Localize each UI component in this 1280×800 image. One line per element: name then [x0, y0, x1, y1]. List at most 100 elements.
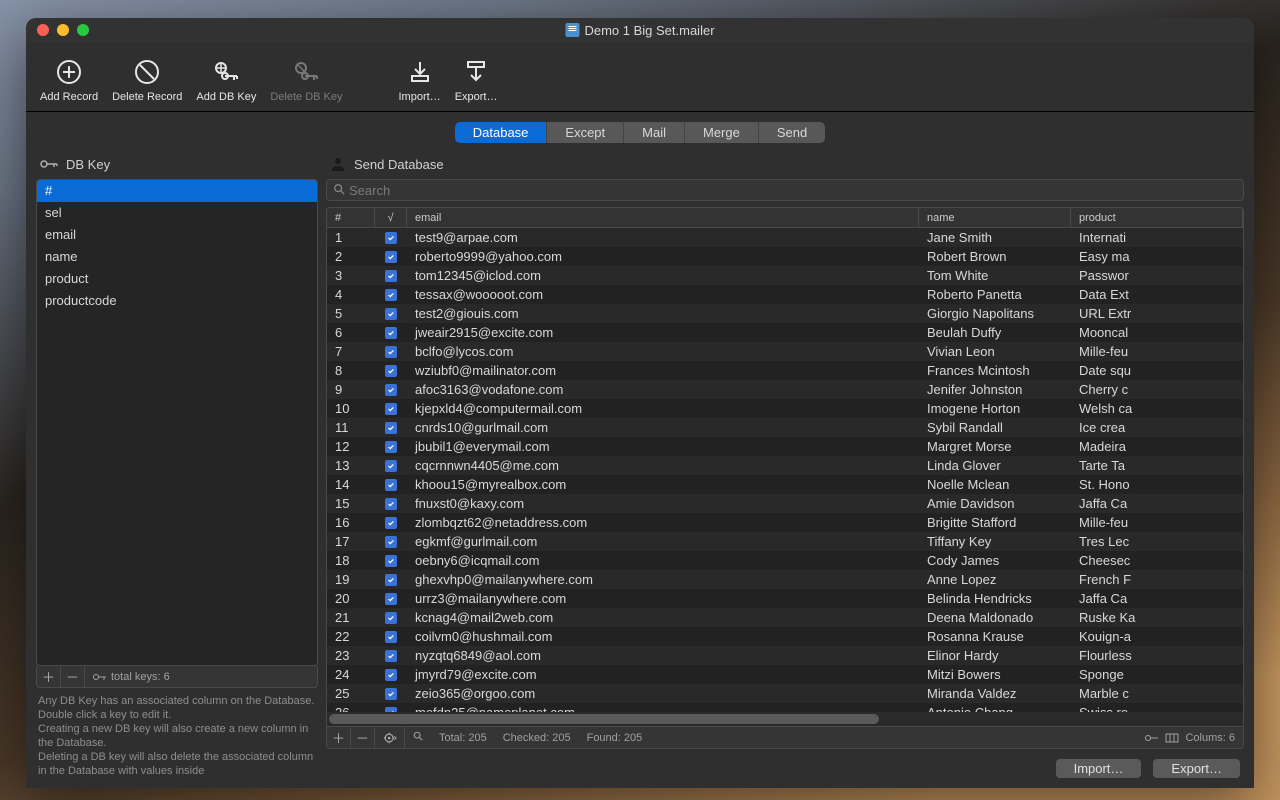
maximize-window-button[interactable]: [77, 24, 89, 36]
cell-check[interactable]: [375, 308, 407, 320]
checkbox-icon[interactable]: [385, 384, 397, 396]
checkbox-icon[interactable]: [385, 289, 397, 301]
db-key-item[interactable]: productcode: [37, 290, 317, 312]
col-header-check[interactable]: √: [375, 208, 407, 227]
checkbox-icon[interactable]: [385, 460, 397, 472]
db-key-item[interactable]: sel: [37, 202, 317, 224]
checkbox-icon[interactable]: [385, 631, 397, 643]
add-db-key-button[interactable]: Add DB Key: [190, 45, 262, 109]
cell-check[interactable]: [375, 688, 407, 700]
remove-key-button[interactable]: －: [61, 667, 85, 687]
cell-check[interactable]: [375, 365, 407, 377]
table-row[interactable]: 18oebny6@icqmail.comCody JamesCheesec: [327, 551, 1243, 570]
cell-check[interactable]: [375, 460, 407, 472]
db-key-list[interactable]: #selemailnameproductproductcode: [36, 179, 318, 666]
checkbox-icon[interactable]: [385, 479, 397, 491]
checkbox-icon[interactable]: [385, 251, 397, 263]
tab-except[interactable]: Except: [547, 122, 624, 143]
table-row[interactable]: 20urrz3@mailanywhere.comBelinda Hendrick…: [327, 589, 1243, 608]
search-field[interactable]: [326, 179, 1244, 201]
table-row[interactable]: 7bclfo@lycos.comVivian LeonMille-feu: [327, 342, 1243, 361]
table-row[interactable]: 14khoou15@myrealbox.comNoelle McleanSt. …: [327, 475, 1243, 494]
checkbox-icon[interactable]: [385, 308, 397, 320]
search-input[interactable]: [349, 183, 1237, 198]
table-row[interactable]: 4tessax@wooooot.comRoberto PanettaData E…: [327, 285, 1243, 304]
checkbox-icon[interactable]: [385, 593, 397, 605]
cell-check[interactable]: [375, 270, 407, 282]
table-row[interactable]: 8wziubf0@mailinator.comFrances McintoshD…: [327, 361, 1243, 380]
table-row[interactable]: 12jbubil1@everymail.comMargret MorseMade…: [327, 437, 1243, 456]
checkbox-icon[interactable]: [385, 346, 397, 358]
cell-check[interactable]: [375, 669, 407, 681]
table-row[interactable]: 11cnrds10@gurlmail.comSybil RandallIce c…: [327, 418, 1243, 437]
table-row[interactable]: 22coilvm0@hushmail.comRosanna KrauseKoui…: [327, 627, 1243, 646]
table-row[interactable]: 2roberto9999@yahoo.comRobert BrownEasy m…: [327, 247, 1243, 266]
checkbox-icon[interactable]: [385, 232, 397, 244]
checkbox-icon[interactable]: [385, 403, 397, 415]
checkbox-icon[interactable]: [385, 422, 397, 434]
delete-record-button[interactable]: Delete Record: [106, 45, 188, 109]
add-key-button[interactable]: ＋: [37, 667, 61, 687]
cell-check[interactable]: [375, 479, 407, 491]
table-row[interactable]: 10kjepxld4@computermail.comImogene Horto…: [327, 399, 1243, 418]
remove-row-button[interactable]: －: [351, 728, 375, 748]
cell-check[interactable]: [375, 346, 407, 358]
minimize-window-button[interactable]: [57, 24, 69, 36]
table-row[interactable]: 16zlombqzt62@netaddress.comBrigitte Staf…: [327, 513, 1243, 532]
import-bottom-button[interactable]: Import…: [1056, 759, 1142, 778]
db-key-item[interactable]: #: [37, 180, 317, 202]
cell-check[interactable]: [375, 441, 407, 453]
checkbox-icon[interactable]: [385, 555, 397, 567]
checkbox-icon[interactable]: [385, 669, 397, 681]
table-row[interactable]: 15fnuxst0@kaxy.comAmie DavidsonJaffa Ca: [327, 494, 1243, 513]
cell-check[interactable]: [375, 384, 407, 396]
db-key-item[interactable]: email: [37, 224, 317, 246]
col-header-num[interactable]: #: [327, 208, 375, 227]
checkbox-icon[interactable]: [385, 327, 397, 339]
table-row[interactable]: 3tom12345@iclod.comTom WhitePasswor: [327, 266, 1243, 285]
cell-check[interactable]: [375, 593, 407, 605]
table-body[interactable]: 1test9@arpae.comJane SmithInternati2robe…: [327, 228, 1243, 712]
cell-check[interactable]: [375, 574, 407, 586]
table-row[interactable]: 21kcnag4@mail2web.comDeena MaldonadoRusk…: [327, 608, 1243, 627]
cell-check[interactable]: [375, 403, 407, 415]
tab-mail[interactable]: Mail: [624, 122, 685, 143]
table-row[interactable]: 24jmyrd79@excite.comMitzi BowersSponge: [327, 665, 1243, 684]
export-bottom-button[interactable]: Export…: [1153, 759, 1240, 778]
export-button[interactable]: Export…: [449, 45, 504, 109]
cell-check[interactable]: [375, 327, 407, 339]
table-row[interactable]: 1test9@arpae.comJane SmithInternati: [327, 228, 1243, 247]
cell-check[interactable]: [375, 498, 407, 510]
table-row[interactable]: 13cqcrnnwn4405@me.comLinda GloverTarte T…: [327, 456, 1243, 475]
checkbox-icon[interactable]: [385, 498, 397, 510]
cell-check[interactable]: [375, 517, 407, 529]
cell-check[interactable]: [375, 422, 407, 434]
tab-send[interactable]: Send: [759, 122, 825, 143]
table-row[interactable]: 5test2@giouis.comGiorgio NapolitansURL E…: [327, 304, 1243, 323]
col-header-name[interactable]: name: [919, 208, 1071, 227]
table-row[interactable]: 25zeio365@orgoo.comMiranda ValdezMarble …: [327, 684, 1243, 703]
cell-check[interactable]: [375, 289, 407, 301]
checkbox-icon[interactable]: [385, 517, 397, 529]
db-key-item[interactable]: name: [37, 246, 317, 268]
tab-merge[interactable]: Merge: [685, 122, 759, 143]
import-button[interactable]: Import…: [393, 45, 447, 109]
cell-check[interactable]: [375, 232, 407, 244]
cell-check[interactable]: [375, 650, 407, 662]
cell-check[interactable]: [375, 612, 407, 624]
checkbox-icon[interactable]: [385, 365, 397, 377]
col-header-email[interactable]: email: [407, 208, 919, 227]
close-window-button[interactable]: [37, 24, 49, 36]
add-record-button[interactable]: Add Record: [34, 45, 104, 109]
gear-menu-button[interactable]: [375, 727, 405, 748]
table-row[interactable]: 26mefdn25@nameplanet.comAntonio ChangSwi…: [327, 703, 1243, 712]
table-row[interactable]: 9afoc3163@vodafone.comJenifer JohnstonCh…: [327, 380, 1243, 399]
col-header-product[interactable]: product: [1071, 208, 1243, 227]
checkbox-icon[interactable]: [385, 441, 397, 453]
checkbox-icon[interactable]: [385, 612, 397, 624]
cell-check[interactable]: [375, 536, 407, 548]
db-key-item[interactable]: product: [37, 268, 317, 290]
horizontal-scrollbar[interactable]: [327, 712, 1243, 726]
checkbox-icon[interactable]: [385, 536, 397, 548]
cell-check[interactable]: [375, 251, 407, 263]
